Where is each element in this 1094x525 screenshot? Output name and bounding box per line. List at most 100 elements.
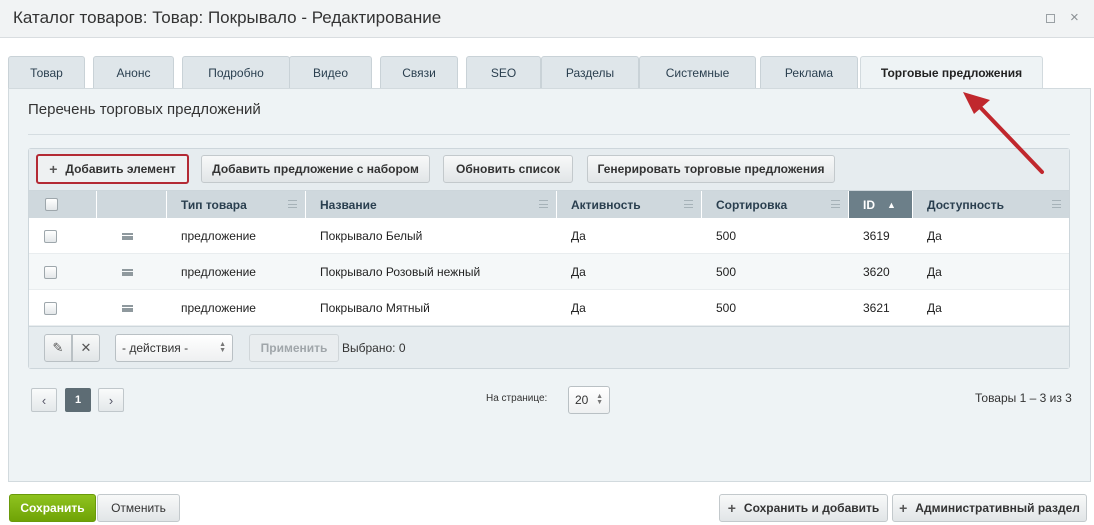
column-header-id-label: ID — [863, 197, 875, 212]
column-header-type[interactable]: Тип товара — [167, 191, 306, 218]
selected-count: Выбрано: 0 — [342, 341, 406, 355]
column-header-id[interactable]: ID ▲ — [849, 191, 913, 218]
cell-active: Да — [571, 265, 586, 279]
tab-system[interactable]: Системные — [639, 56, 756, 88]
items-count: Товары 1 – 3 из 3 — [975, 391, 1072, 405]
page-1-button[interactable]: 1 — [65, 388, 91, 412]
actions-select[interactable]: - действия - ▲ ▼ — [115, 334, 233, 362]
add-element-label: Добавить элемент — [65, 162, 176, 176]
table-row[interactable]: предложение Покрывало Белый Да 500 3619 … — [29, 218, 1069, 254]
save-button[interactable]: Сохранить — [9, 494, 96, 522]
window-title: Каталог товаров: Товар: Покрывало - Реда… — [13, 8, 442, 27]
cell-name: Покрывало Мятный — [320, 301, 430, 315]
column-header-active-label: Активность — [571, 197, 641, 212]
cell-name: Покрывало Белый — [320, 229, 423, 243]
row-checkbox[interactable] — [44, 301, 57, 315]
section-title: Перечень торговых предложений — [28, 101, 261, 118]
cell-active: Да — [571, 301, 586, 315]
column-header-name[interactable]: Название — [306, 191, 557, 218]
next-page-button[interactable]: › — [98, 388, 124, 412]
column-menu-icon[interactable] — [831, 200, 840, 208]
drag-cell — [122, 218, 133, 254]
cell-type: предложение — [181, 229, 256, 243]
cell-sort: 500 — [716, 301, 737, 315]
column-header-sort-label: Сортировка — [716, 197, 788, 212]
table-row[interactable]: предложение Покрывало Розовый нежный Да … — [29, 254, 1069, 290]
row-checkbox[interactable] — [44, 265, 57, 279]
cell-active: Да — [571, 229, 586, 243]
plus-icon: + — [49, 161, 58, 177]
column-header-availability-label: Доступность — [927, 197, 1004, 212]
column-menu-icon[interactable] — [684, 200, 693, 208]
add-offer-set-button[interactable]: Добавить предложение с набором — [201, 155, 430, 183]
cell-availability: Да — [927, 229, 942, 243]
admin-section-button[interactable]: + Административный раздел — [892, 494, 1087, 522]
cell-availability: Да — [927, 265, 942, 279]
grid-footer: ✎ ✕ - действия - ▲ ▼ Применить Выбрано: 0 — [29, 326, 1069, 368]
per-page-value: 20 — [575, 393, 589, 407]
select-spinner-icon: ▲ ▼ — [596, 393, 603, 406]
tab-sections[interactable]: Разделы — [541, 56, 639, 88]
tab-ads[interactable]: Реклама — [760, 56, 858, 88]
tab-links[interactable]: Связи — [380, 56, 458, 88]
edit-icon[interactable]: ✎ — [44, 334, 72, 362]
sort-ascending-icon: ▲ — [887, 199, 896, 210]
apply-button[interactable]: Применить — [249, 334, 339, 362]
drag-handle-icon[interactable] — [122, 304, 133, 312]
per-page-select[interactable]: 20 ▲ ▼ — [568, 386, 610, 414]
cancel-button[interactable]: Отменить — [97, 494, 180, 522]
tab-details[interactable]: Подробно — [182, 56, 290, 88]
drag-cell — [122, 290, 133, 326]
grid-header: Тип товара Название Активность Сортировк… — [29, 191, 1069, 218]
column-menu-icon[interactable] — [1052, 200, 1061, 208]
add-element-button[interactable]: + Добавить элемент — [36, 154, 189, 184]
column-menu-icon[interactable] — [539, 200, 548, 208]
refresh-list-button[interactable]: Обновить список — [443, 155, 573, 183]
window-titlebar: Каталог товаров: Товар: Покрывало - Реда… — [0, 0, 1094, 38]
save-and-add-button[interactable]: + Сохранить и добавить — [719, 494, 888, 522]
delete-icon[interactable]: ✕ — [72, 334, 100, 362]
cell-availability: Да — [927, 301, 942, 315]
cell-id: 3620 — [863, 265, 890, 279]
row-checkbox-cell — [44, 218, 57, 254]
cell-id: 3619 — [863, 229, 890, 243]
table-row[interactable]: предложение Покрывало Мятный Да 500 3621… — [29, 290, 1069, 326]
maximize-icon[interactable] — [1046, 14, 1055, 23]
tab-video[interactable]: Видео — [289, 56, 372, 88]
column-header-active[interactable]: Активность — [557, 191, 702, 218]
tab-seo[interactable]: SEO — [466, 56, 541, 88]
tab-announce[interactable]: Анонс — [93, 56, 174, 88]
generate-offers-button[interactable]: Генерировать торговые предложения — [587, 155, 835, 183]
row-checkbox-cell — [44, 254, 57, 290]
cell-sort: 500 — [716, 229, 737, 243]
admin-section-label: Административный раздел — [915, 501, 1080, 515]
header-select-all — [29, 191, 97, 218]
cell-id: 3621 — [863, 301, 890, 315]
plus-icon: + — [899, 500, 908, 516]
prev-page-button[interactable]: ‹ — [31, 388, 57, 412]
save-and-add-label: Сохранить и добавить — [743, 501, 880, 515]
section-divider — [28, 134, 1070, 135]
actions-select-value: - действия - — [122, 341, 189, 355]
select-spinner-icon: ▲ ▼ — [219, 341, 226, 354]
select-all-checkbox[interactable] — [45, 198, 58, 211]
drag-cell — [122, 254, 133, 290]
row-checkbox[interactable] — [44, 229, 57, 243]
cell-sort: 500 — [716, 265, 737, 279]
drag-handle-icon[interactable] — [122, 232, 133, 240]
per-page-label: На странице: — [486, 393, 548, 404]
drag-handle-icon[interactable] — [122, 268, 133, 276]
cell-type: предложение — [181, 301, 256, 315]
tab-trade-offers[interactable]: Торговые предложения — [860, 56, 1043, 89]
column-header-availability[interactable]: Доступность — [913, 191, 1069, 218]
column-header-name-label: Название — [320, 197, 377, 212]
tab-product[interactable]: Товар — [8, 56, 85, 88]
close-icon[interactable]: × — [1070, 9, 1079, 26]
grid-toolbar: + Добавить элемент Добавить предложение … — [29, 149, 1069, 191]
column-header-type-label: Тип товара — [181, 197, 247, 212]
column-header-sort[interactable]: Сортировка — [702, 191, 849, 218]
header-drag-column — [97, 191, 167, 218]
cell-name: Покрывало Розовый нежный — [320, 265, 481, 279]
column-menu-icon[interactable] — [288, 200, 297, 208]
offers-grid: + Добавить элемент Добавить предложение … — [28, 148, 1070, 369]
